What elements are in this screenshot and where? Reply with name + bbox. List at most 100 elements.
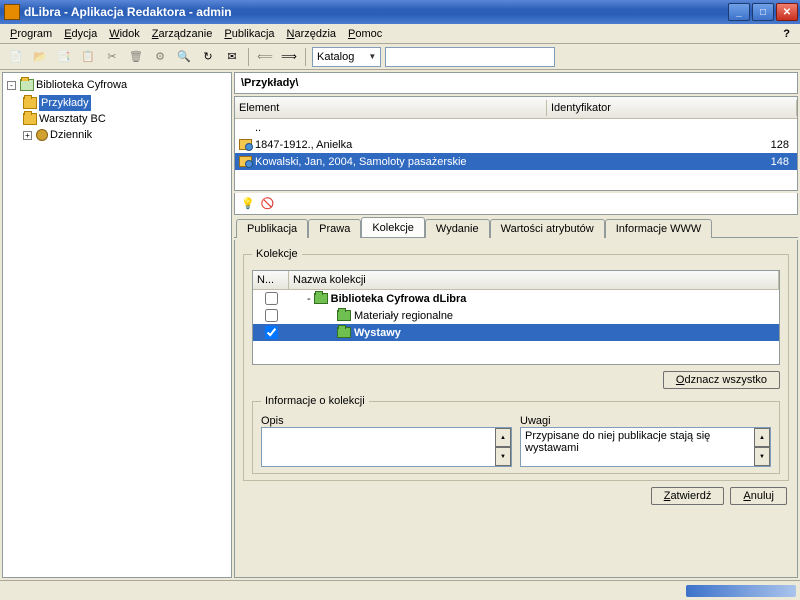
action-add-icon[interactable]: 💡 — [241, 197, 255, 210]
element-list: Element Identyfikator .. 1847-1912., Ani… — [234, 96, 798, 191]
info-fieldset: Informacje o kolekcji Opis ▲▼ Uwagi — [252, 395, 780, 474]
tool-cut-icon[interactable]: ✂ — [102, 47, 122, 67]
tab-kolekcje[interactable]: Kolekcje — [361, 217, 425, 237]
kolekcje-legend: Kolekcje — [252, 248, 302, 260]
tree-pane: - Biblioteka Cyfrowa Przykłady Warsztaty… — [2, 72, 232, 578]
tool-new-icon[interactable]: 📄 — [6, 47, 26, 67]
tool-delete-icon[interactable]: 🗑 — [126, 47, 146, 67]
minimize-button[interactable]: _ — [728, 3, 750, 21]
menu-narzedzia[interactable]: Narzędzia — [281, 26, 343, 42]
tool-search-icon[interactable]: 🔍 — [174, 47, 194, 67]
help-icon[interactable]: ? — [777, 26, 796, 42]
kolekcja-label: Materiały regionalne — [354, 310, 453, 322]
kolekcja-label: Wystawy — [354, 327, 401, 339]
folder-icon — [23, 113, 37, 125]
spin-up-icon[interactable]: ▲ — [754, 428, 770, 447]
catalog-dropdown[interactable]: Katalog ▼ — [312, 47, 381, 67]
kolekcje-fieldset: Kolekcje N... Nazwa kolekcji - Bibliotek… — [243, 248, 789, 481]
uwagi-field[interactable]: Przypisane do niej publikacje stają się … — [520, 427, 771, 467]
kolekcja-row[interactable]: Materiały regionalne — [253, 307, 779, 324]
uwagi-value: Przypisane do niej publikacje stają się … — [525, 430, 710, 454]
tool-back-icon[interactable]: ⟸ — [255, 47, 275, 67]
col-ident[interactable]: Identyfikator — [547, 100, 797, 116]
collapse-icon[interactable]: - — [307, 293, 311, 305]
col-element[interactable]: Element — [235, 100, 547, 116]
progress-bar — [686, 585, 796, 597]
tree-root[interactable]: - Biblioteka Cyfrowa Przykłady Warsztaty… — [7, 77, 227, 143]
search-input[interactable] — [385, 47, 555, 67]
expand-icon[interactable]: + — [23, 131, 32, 140]
opis-field[interactable]: ▲▼ — [261, 427, 512, 467]
row-id: 128 — [735, 139, 795, 151]
parent-label: .. — [253, 122, 735, 134]
row-label: Kowalski, Jan, 2004, Samoloty pasażerski… — [253, 156, 735, 168]
list-row[interactable]: Kowalski, Jan, 2004, Samoloty pasażerski… — [235, 153, 797, 170]
catalog-label: Katalog — [317, 51, 354, 63]
folder-icon — [23, 97, 37, 109]
tree-item-label: Przykłady — [39, 95, 91, 111]
uwagi-label: Uwagi — [520, 415, 771, 427]
tool-copy-icon[interactable]: 📑 — [54, 47, 74, 67]
menu-pomoc[interactable]: Pomoc — [342, 26, 388, 42]
kolekcja-checkbox[interactable] — [265, 326, 278, 339]
list-row-parent[interactable]: .. — [235, 119, 797, 136]
toolbar-separator — [248, 48, 249, 66]
tree-root-label: Biblioteka Cyfrowa — [36, 77, 127, 93]
spin-down-icon[interactable]: ▼ — [754, 447, 770, 466]
maximize-button[interactable]: □ — [752, 3, 774, 21]
tab-publikacja[interactable]: Publikacja — [236, 219, 308, 238]
folder-icon — [20, 79, 34, 91]
tab-wydanie[interactable]: Wydanie — [425, 219, 490, 238]
tree-item-przyklady[interactable]: Przykłady — [23, 95, 227, 111]
collapse-icon[interactable]: - — [7, 81, 16, 90]
tree-item-dziennik[interactable]: + Dziennik — [23, 127, 227, 143]
kolekcja-row[interactable]: - Biblioteka Cyfrowa dLibra — [253, 290, 779, 307]
menu-edycja[interactable]: Edycja — [58, 26, 103, 42]
spin-down-icon[interactable]: ▼ — [495, 447, 511, 466]
col-nazwa[interactable]: Nazwa kolekcji — [289, 271, 779, 289]
tool-props-icon[interactable]: ⚙ — [150, 47, 170, 67]
tree-item-label: Warsztaty BC — [39, 111, 106, 127]
app-icon — [4, 4, 20, 20]
window-title: dLibra - Aplikacja Redaktora - admin — [24, 5, 728, 19]
row-id: 148 — [735, 156, 795, 168]
tool-open-icon[interactable]: 📂 — [30, 47, 50, 67]
menu-program[interactable]: Program — [4, 26, 58, 42]
breadcrumb: \Przykłady\ — [234, 72, 798, 94]
tab-www[interactable]: Informacje WWW — [605, 219, 713, 238]
menu-zarzadzanie[interactable]: Zarządzanie — [146, 26, 219, 42]
menu-widok[interactable]: Widok — [103, 26, 146, 42]
tab-wartosci[interactable]: Wartości atrybutów — [490, 219, 605, 238]
gear-icon — [36, 129, 48, 141]
chevron-down-icon: ▼ — [368, 52, 376, 61]
folder-icon — [337, 327, 351, 338]
kolekcja-checkbox[interactable] — [265, 292, 278, 305]
publication-icon — [239, 156, 252, 167]
menubar: Program Edycja Widok Zarządzanie Publika… — [0, 24, 800, 44]
menu-publikacja[interactable]: Publikacja — [218, 26, 280, 42]
tab-panel-kolekcje: Kolekcje N... Nazwa kolekcji - Bibliotek… — [234, 240, 798, 578]
info-legend: Informacje o kolekcji — [261, 395, 369, 407]
tab-prawa[interactable]: Prawa — [308, 219, 361, 238]
statusbar — [0, 580, 800, 600]
list-actions: 💡 🚫 — [234, 193, 798, 215]
tree-item-label: Dziennik — [50, 127, 92, 143]
deselect-all-button[interactable]: Odznacz wszystko — [663, 371, 780, 389]
kolekcja-label: Biblioteka Cyfrowa dLibra — [331, 293, 467, 305]
list-row[interactable]: 1847-1912., Anielka 128 — [235, 136, 797, 153]
tool-paste-icon[interactable]: 📋 — [78, 47, 98, 67]
kolekcja-row[interactable]: Wystawy — [253, 324, 779, 341]
cancel-button[interactable]: Anuluj — [730, 487, 787, 505]
close-button[interactable]: ✕ — [776, 3, 798, 21]
action-remove-icon[interactable]: 🚫 — [261, 197, 275, 210]
opis-label: Opis — [261, 415, 512, 427]
tool-send-icon[interactable]: ✉ — [222, 47, 242, 67]
kolekcja-checkbox[interactable] — [265, 309, 278, 322]
row-label: 1847-1912., Anielka — [253, 139, 735, 151]
tool-refresh-icon[interactable]: ↻ — [198, 47, 218, 67]
spin-up-icon[interactable]: ▲ — [495, 428, 511, 447]
tree-item-warsztaty[interactable]: Warsztaty BC — [23, 111, 227, 127]
col-n[interactable]: N... — [253, 271, 289, 289]
tool-fwd-icon[interactable]: ⟹ — [279, 47, 299, 67]
apply-button[interactable]: Zatwierdź — [651, 487, 725, 505]
